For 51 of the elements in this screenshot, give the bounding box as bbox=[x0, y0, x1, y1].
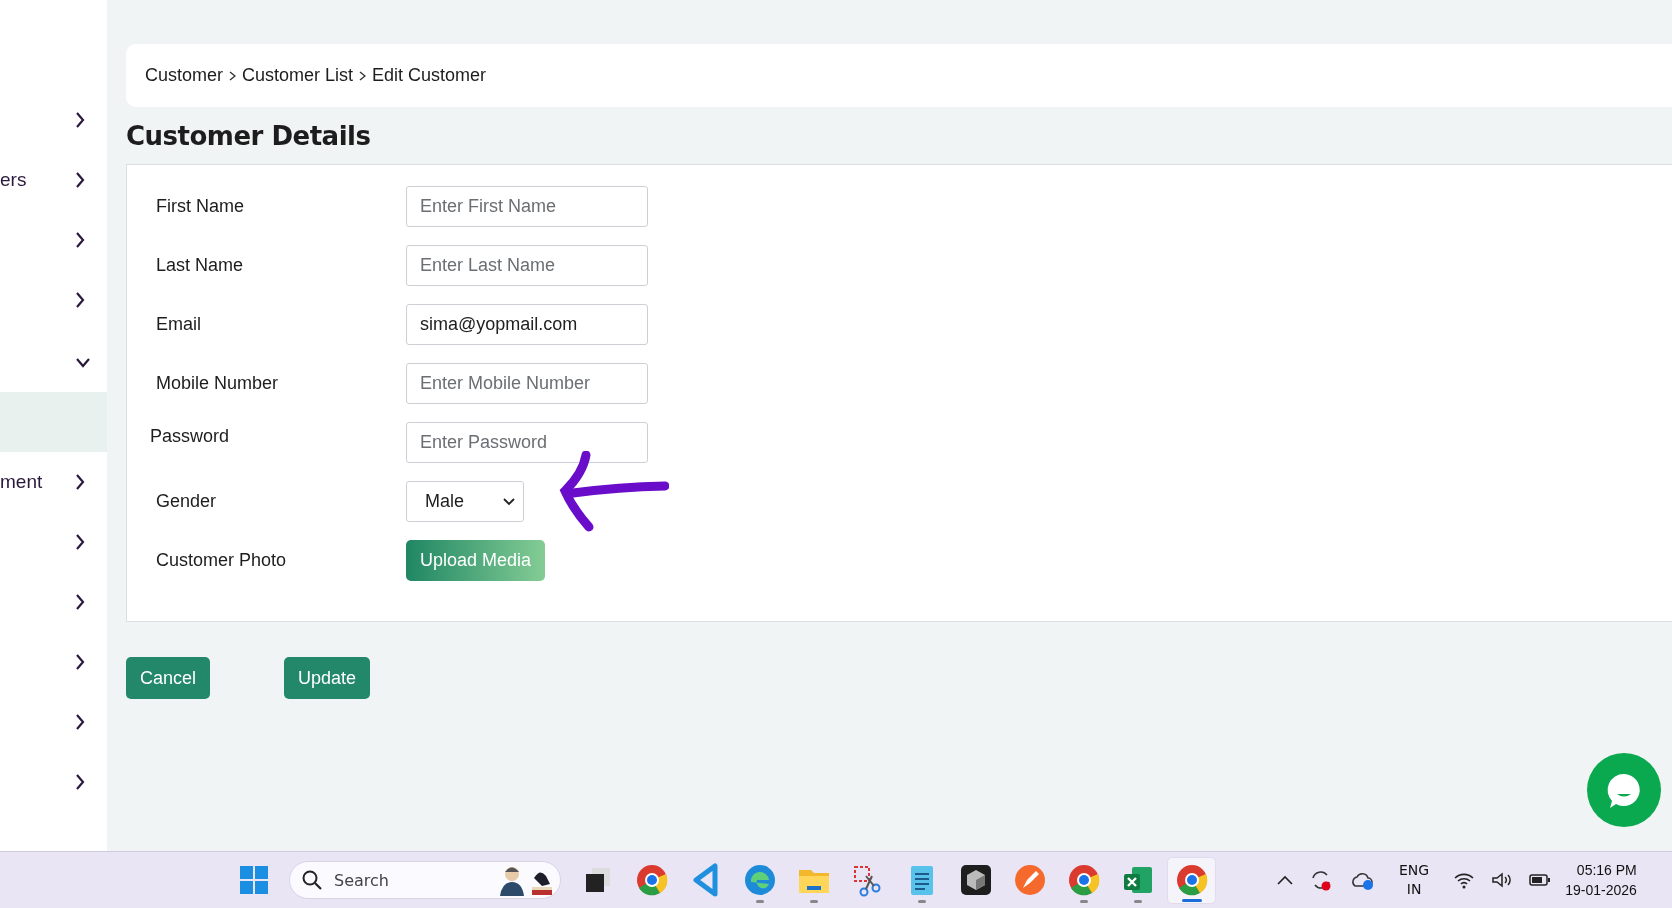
chevron-right-icon bbox=[73, 292, 87, 308]
chevron-down-icon bbox=[76, 358, 90, 368]
field-label: Customer Photo bbox=[156, 550, 288, 571]
search-field[interactable]: Search bbox=[289, 861, 561, 899]
breadcrumb-link[interactable]: Customer List bbox=[242, 65, 354, 86]
page-title: Customer Details bbox=[126, 121, 372, 151]
chevron-right-icon bbox=[73, 594, 87, 610]
battery-icon[interactable] bbox=[1529, 873, 1552, 887]
chevron-right-icon bbox=[73, 774, 87, 790]
language-indicator[interactable]: ENG IN bbox=[1399, 861, 1430, 899]
field-label: Last Name bbox=[156, 255, 245, 276]
sidebar-item[interactable]: ers bbox=[0, 169, 27, 191]
chevron-down-icon bbox=[503, 497, 515, 506]
input-field[interactable]: Enter Mobile Number bbox=[406, 363, 648, 404]
field-label: Mobile Number bbox=[156, 373, 280, 394]
input-field[interactable]: Enter First Name bbox=[406, 186, 648, 227]
chevron-right-icon bbox=[73, 714, 87, 730]
field-label: First Name bbox=[156, 196, 245, 217]
input-field[interactable]: sima@yopmail.com bbox=[406, 304, 648, 345]
cancel-button[interactable]: Cancel bbox=[126, 657, 211, 699]
chevron-right-icon bbox=[73, 654, 87, 670]
search-icon bbox=[302, 870, 322, 890]
chevron-right-icon bbox=[73, 112, 87, 128]
field-label: Gender bbox=[156, 491, 218, 512]
running-indicator bbox=[917, 899, 926, 903]
taskbar-item[interactable] bbox=[1167, 856, 1216, 904]
update-button[interactable]: Update bbox=[284, 657, 371, 699]
field-label: Email bbox=[156, 314, 202, 335]
input-field[interactable]: Enter Last Name bbox=[406, 245, 648, 286]
chevron-right-icon bbox=[73, 232, 87, 248]
running-indicator bbox=[1181, 898, 1202, 902]
chevron-right-icon bbox=[359, 70, 367, 81]
chat-button[interactable] bbox=[1586, 752, 1662, 828]
sync-icon[interactable] bbox=[1309, 868, 1333, 892]
running-indicator bbox=[1133, 899, 1142, 903]
running-indicator bbox=[809, 899, 818, 903]
chevron-right-icon bbox=[73, 474, 87, 490]
wifi-icon[interactable] bbox=[1453, 871, 1476, 889]
chevron-up-icon[interactable] bbox=[1277, 875, 1293, 885]
dropdown[interactable]: Male bbox=[406, 481, 524, 522]
running-indicator bbox=[755, 899, 764, 903]
volume-icon[interactable] bbox=[1491, 871, 1514, 889]
field-label: Password bbox=[150, 426, 231, 447]
input-field[interactable]: Enter Password bbox=[406, 422, 648, 463]
breadcrumb-link[interactable]: Customer bbox=[145, 65, 224, 86]
chevron-right-icon bbox=[73, 534, 87, 550]
sidebar-item[interactable]: ment bbox=[0, 471, 43, 493]
running-indicator bbox=[1079, 899, 1088, 903]
clock[interactable]: 05:16 PM 19-01-2026 bbox=[1565, 860, 1637, 900]
chevron-right-icon bbox=[229, 70, 237, 81]
chevron-right-icon bbox=[73, 172, 87, 188]
